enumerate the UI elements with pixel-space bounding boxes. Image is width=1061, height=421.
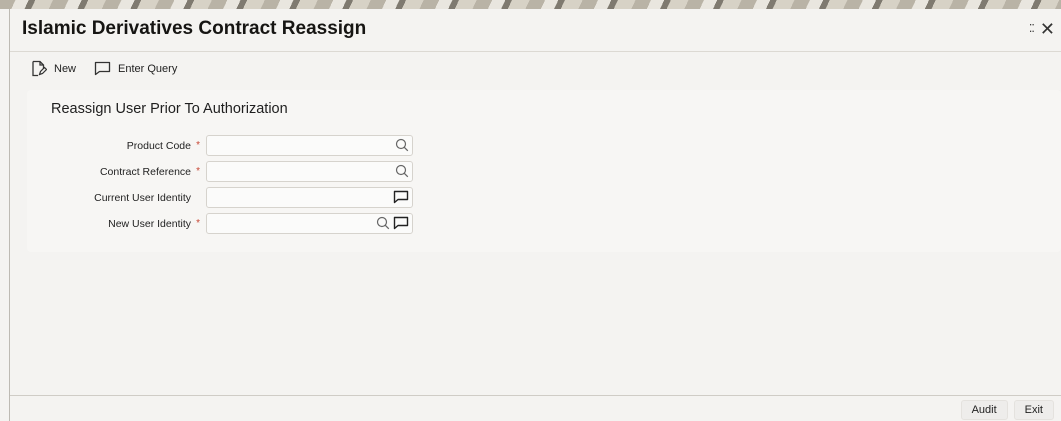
new-document-icon [32, 60, 47, 77]
contract-reference-field [206, 161, 413, 182]
contract-reference-label: Contract Reference * [99, 165, 200, 178]
product-code-input[interactable] [207, 136, 379, 155]
close-icon[interactable]: ✕ [1040, 20, 1055, 38]
query-chat-icon [94, 61, 111, 76]
window-title: Islamic Derivatives Contract Reassign [22, 18, 367, 39]
section-title: Reassign User Prior To Authorization [51, 101, 288, 117]
toolbar: New Enter Query [30, 60, 177, 77]
new-user-identity-field [206, 213, 413, 234]
search-icon[interactable] [395, 138, 409, 155]
contract-reference-row: Contract Reference * [27, 161, 413, 182]
current-user-identity-field [206, 187, 413, 208]
chat-icon[interactable] [393, 216, 409, 233]
header-decorative-strip [0, 0, 1061, 9]
current-user-identity-row: Current User Identity [27, 187, 413, 208]
exit-button[interactable]: Exit [1013, 400, 1054, 420]
new-user-identity-input[interactable] [207, 214, 379, 233]
required-asterisk: * [196, 217, 200, 229]
new-user-identity-label: New User Identity * [108, 217, 200, 230]
contract-reference-input[interactable] [207, 162, 379, 181]
new-user-identity-row: New User Identity * [27, 213, 413, 234]
title-divider [10, 51, 1061, 52]
enter-query-button[interactable]: Enter Query [94, 61, 177, 76]
reassign-panel: Reassign User Prior To Authorization Pro… [27, 90, 1061, 252]
left-border [9, 9, 10, 421]
enter-query-label: Enter Query [118, 62, 178, 75]
chat-icon[interactable] [393, 190, 409, 207]
product-code-field [206, 135, 413, 156]
footer-actions: Audit Exit [960, 400, 1054, 420]
product-code-row: Product Code * [27, 135, 413, 156]
current-user-identity-input[interactable] [207, 188, 379, 207]
new-button[interactable]: New [30, 60, 76, 77]
new-label: New [54, 62, 77, 75]
expand-icon[interactable]: ⁚⁚ [1029, 23, 1035, 35]
window-controls: ⁚⁚ ✕ [1029, 20, 1055, 38]
audit-button[interactable]: Audit [960, 400, 1008, 420]
product-code-label: Product Code * [126, 139, 200, 152]
required-asterisk: * [196, 165, 200, 177]
search-icon[interactable] [395, 164, 409, 181]
search-icon[interactable] [376, 216, 390, 233]
required-asterisk: * [196, 139, 200, 151]
footer-divider [10, 395, 1061, 396]
current-user-identity-label: Current User Identity [94, 191, 191, 204]
